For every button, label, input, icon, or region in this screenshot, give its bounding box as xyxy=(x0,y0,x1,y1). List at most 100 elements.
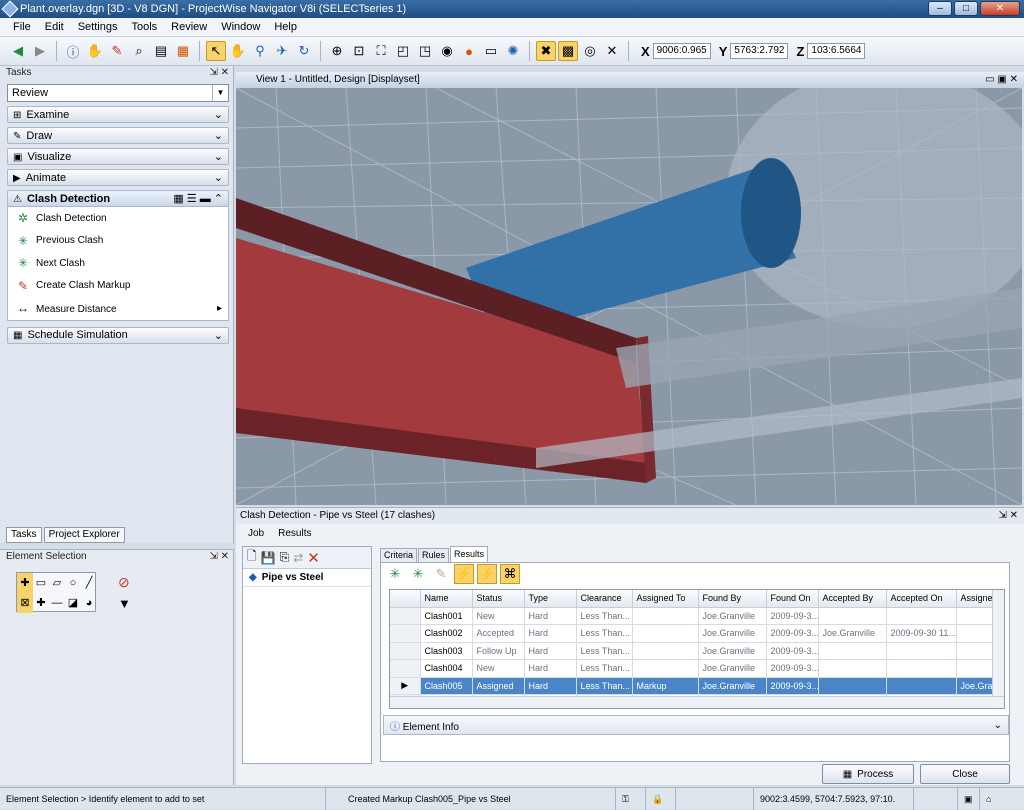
col-assigned[interactable]: Assigned xyxy=(956,590,995,608)
task-create-clash-markup[interactable]: ✎ Create Clash Markup xyxy=(8,275,228,298)
col-assigned-to[interactable]: Assigned To xyxy=(632,590,699,608)
section-visualize[interactable]: ▣ Visualize ⌄ xyxy=(7,148,229,165)
col-found-on[interactable]: Found On xyxy=(766,590,819,608)
properties-icon[interactable]: ▤ xyxy=(151,41,171,61)
highlight-clash-icon[interactable]: ⚡ xyxy=(454,564,474,584)
isolate-clash-icon[interactable]: ⚡ xyxy=(477,564,497,584)
select-element-icon[interactable]: ✚ xyxy=(17,573,33,593)
zoom-window-icon[interactable]: ⊡ xyxy=(349,41,369,61)
select-tool-icon[interactable]: ✋ xyxy=(85,41,105,61)
run-job-icon[interactable]: ⇄ xyxy=(293,551,303,565)
copy-job-icon[interactable]: ⎘ xyxy=(280,550,290,565)
padlock-icon[interactable]: 🔒 xyxy=(646,787,676,810)
select-circle-icon[interactable]: ○ xyxy=(65,573,81,593)
previous-view-icon[interactable]: ◰ xyxy=(393,41,413,61)
previous-clash-icon[interactable]: ✳ xyxy=(385,564,405,584)
pointer-icon[interactable]: ↖ xyxy=(206,41,226,61)
markup-disabled-icon[interactable]: ✎ xyxy=(431,564,451,584)
task-combo[interactable]: Review ▼ xyxy=(7,84,229,102)
x-value-field[interactable]: 9006:0.965 xyxy=(652,43,711,59)
section-draw[interactable]: ✎ Draw ⌄ xyxy=(7,127,229,144)
col-type[interactable]: Type xyxy=(524,590,577,608)
subtract-icon[interactable]: — xyxy=(49,593,65,613)
process-button[interactable]: ▦ Process xyxy=(822,764,914,784)
col-accepted-by[interactable]: Accepted By xyxy=(818,590,887,608)
select-line-icon[interactable]: ╱ xyxy=(81,573,97,593)
grid-icon[interactable]: ▣ xyxy=(958,787,980,810)
clash-row[interactable]: Clash002 Accepted Hard Less Than... Joe.Gran… xyxy=(390,624,995,643)
clear-selection-icon[interactable]: ⊘ xyxy=(118,574,130,591)
task-next-clash[interactable]: ✳ Next Clash xyxy=(8,252,228,275)
chevron-down-icon[interactable]: ▼ xyxy=(212,85,228,101)
col-status[interactable]: Status xyxy=(472,590,525,608)
tab-results[interactable]: Results xyxy=(450,546,489,562)
save-job-icon[interactable]: 💾 xyxy=(261,551,276,565)
new-job-icon[interactable]: 🗋 xyxy=(247,547,257,568)
menu-results[interactable]: Results xyxy=(278,528,311,539)
close-window-button[interactable]: ✕ xyxy=(980,1,1020,16)
menu-help[interactable]: Help xyxy=(267,21,304,33)
col-name[interactable]: Name xyxy=(420,590,473,608)
z-value-field[interactable]: 103:6.5664 xyxy=(807,43,866,59)
y-value-field[interactable]: 5763:2.792 xyxy=(730,43,789,59)
col-found-by[interactable]: Found By xyxy=(698,590,767,608)
select-mode-icon[interactable]: ⊠ xyxy=(17,593,33,613)
clip-icon[interactable]: ▩ xyxy=(558,41,578,61)
minimize-button[interactable]: – xyxy=(928,1,952,16)
zoom-in-icon[interactable]: ⊕ xyxy=(327,41,347,61)
color-grid-icon[interactable]: ▦ xyxy=(173,41,193,61)
light-icon[interactable]: ✺ xyxy=(503,41,523,61)
tasks-pin-close[interactable]: ⇲ ✕ xyxy=(209,66,229,80)
col-clearance[interactable]: Clearance xyxy=(576,590,633,608)
grid-vertical-scrollbar[interactable] xyxy=(992,590,1004,708)
home-icon[interactable]: ⌂ xyxy=(980,788,1002,810)
globe-icon[interactable]: ◕ xyxy=(81,593,97,613)
view-settings-icon[interactable]: ▭ xyxy=(481,41,501,61)
task-previous-clash[interactable]: ✳ Previous Clash xyxy=(8,230,228,253)
menu-review[interactable]: Review xyxy=(164,21,214,33)
info-icon[interactable]: ⓘ xyxy=(63,41,83,61)
next-view-icon[interactable]: ◳ xyxy=(415,41,435,61)
next-clash-icon[interactable]: ✳ xyxy=(408,564,428,584)
row-selector[interactable] xyxy=(390,642,421,660)
cross-icon[interactable]: ✕ xyxy=(602,41,622,61)
task-clash-detection[interactable]: ✲ Clash Detection xyxy=(8,207,228,230)
forward-icon[interactable]: ▶ xyxy=(30,41,50,61)
back-icon[interactable]: ◀ xyxy=(8,41,28,61)
panel-pin-close-icon[interactable]: ⇲ ✕ xyxy=(998,508,1018,524)
task-measure-distance[interactable]: ↔ Measure Distance ▸ xyxy=(8,297,228,320)
job-item[interactable]: ◆ Pipe vs Steel xyxy=(243,569,371,587)
delete-job-icon[interactable]: ✕ xyxy=(307,549,320,567)
menu-tools[interactable]: Tools xyxy=(124,21,164,33)
clash-row[interactable]: ▶ Clash005 Assigned Hard Less Than... Markup J… xyxy=(390,677,995,695)
tab-project-explorer[interactable]: Project Explorer xyxy=(43,527,125,543)
close-button[interactable]: Close xyxy=(920,764,1010,784)
clash-row[interactable]: Clash004 New Hard Less Than... Joe.Granville… xyxy=(390,659,995,678)
invert-icon[interactable]: ◪ xyxy=(65,593,81,613)
add-icon[interactable]: ✚ xyxy=(33,593,49,613)
maximize-button[interactable]: □ xyxy=(954,1,978,16)
section-schedule-simulation[interactable]: ▦ Schedule Simulation ⌄ xyxy=(7,326,229,344)
lock-icon[interactable]: ⚿ xyxy=(616,787,646,810)
markup-icon[interactable]: ✎ xyxy=(107,41,127,61)
section-clash-detection[interactable]: ⚠ Clash Detection ▦ ☰ ▬ ⌃ xyxy=(7,190,229,207)
grid-horizontal-scrollbar[interactable] xyxy=(390,696,1004,708)
camera-icon[interactable]: ◉ xyxy=(437,41,457,61)
walk-icon[interactable]: ⚲ xyxy=(250,41,270,61)
menu-job[interactable]: Job xyxy=(248,528,264,539)
pan-icon[interactable]: ✋ xyxy=(228,41,248,61)
menu-file[interactable]: File xyxy=(6,21,38,33)
col-accepted-on[interactable]: Accepted On xyxy=(886,590,957,608)
row-selector[interactable] xyxy=(390,659,421,678)
tab-criteria[interactable]: Criteria xyxy=(380,548,418,562)
section-animate[interactable]: ▶ Animate ⌄ xyxy=(7,169,229,186)
menu-settings[interactable]: Settings xyxy=(71,21,125,33)
tab-rules[interactable]: Rules xyxy=(418,548,450,562)
search-icon[interactable]: ⌕ xyxy=(129,41,149,61)
row-selector[interactable] xyxy=(390,607,421,625)
select-shape-icon[interactable]: ▱ xyxy=(49,573,65,593)
zoom-clash-icon[interactable]: ⌘ xyxy=(500,564,520,584)
row-selector[interactable] xyxy=(390,624,421,643)
fly-icon[interactable]: ✈ xyxy=(272,41,292,61)
render-icon[interactable]: ● xyxy=(459,41,479,61)
